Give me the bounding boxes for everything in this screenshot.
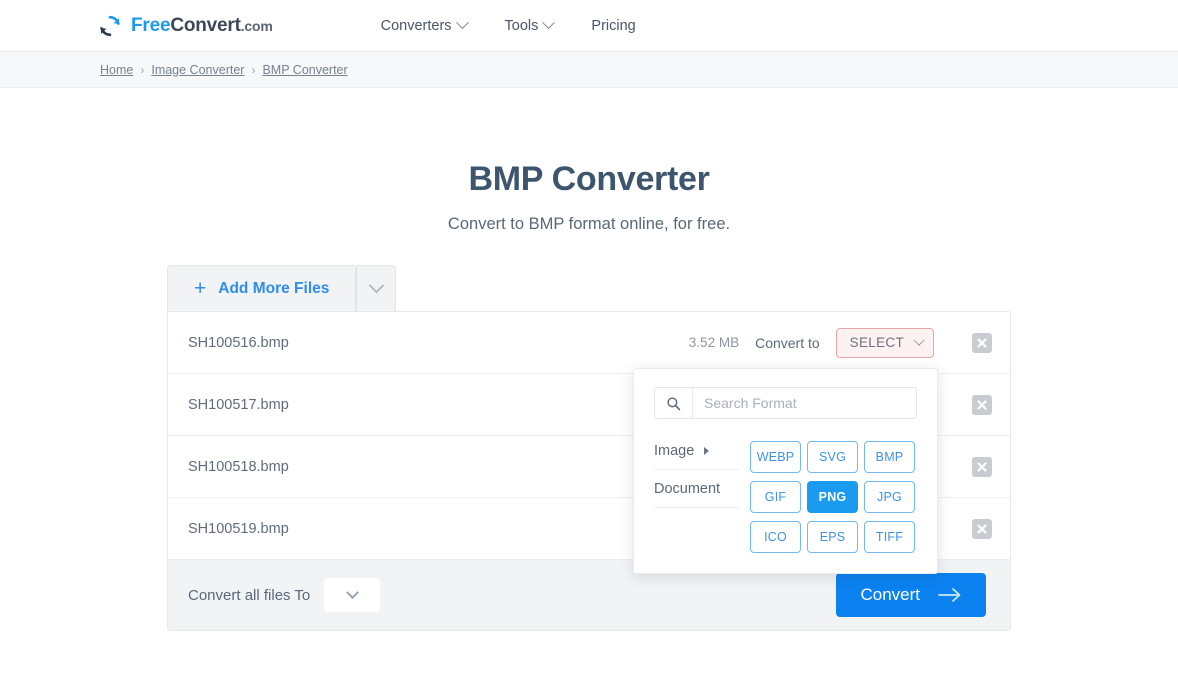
convert-to-label: Convert to — [755, 334, 820, 351]
convert-all-format-select[interactable] — [324, 578, 381, 612]
format-select-button[interactable]: SELECT — [835, 327, 934, 358]
format-category-image[interactable]: Image — [654, 443, 739, 470]
search-icon — [655, 388, 693, 418]
nav-item-converters-label: Converters — [380, 17, 452, 34]
add-more-files-dropdown-toggle[interactable] — [356, 265, 397, 311]
chevron-down-icon — [368, 277, 385, 294]
convert-button[interactable]: Convert — [836, 573, 986, 617]
breadcrumb-item-bmp-converter[interactable]: BMP Converter — [262, 63, 347, 77]
search-input[interactable] — [693, 388, 916, 418]
format-search-box[interactable] — [654, 387, 917, 419]
plus-icon: + — [194, 277, 207, 300]
converter-card-wrapper: + Add More Files SH100516.bmp 3.52 MB Co… — [167, 265, 1011, 631]
format-chip-gif[interactable]: GIF — [750, 481, 801, 513]
format-chip-svg[interactable]: SVG — [807, 441, 858, 473]
file-row-controls — [950, 456, 1010, 477]
nav-item-tools[interactable]: Tools — [504, 16, 556, 34]
remove-file-button[interactable] — [972, 332, 992, 353]
nav-item-converters[interactable]: Converters — [380, 16, 469, 34]
file-row-controls — [950, 394, 1010, 415]
breadcrumb-separator: › — [251, 62, 256, 77]
format-chip-ico[interactable]: ICO — [750, 521, 801, 553]
chevron-down-icon — [913, 334, 925, 346]
add-more-files-label: Add More Files — [218, 279, 330, 297]
site-logo[interactable]: FreeConvert.com — [98, 14, 273, 38]
remove-file-button[interactable] — [972, 518, 992, 539]
remove-file-button[interactable] — [972, 456, 992, 477]
file-name: SH100516.bmp — [188, 334, 289, 351]
page-heading-block: BMP Converter Convert to BMP format onli… — [0, 160, 1178, 234]
page-title: BMP Converter — [468, 160, 710, 198]
arrow-right-icon — [938, 588, 961, 602]
format-chip-eps[interactable]: EPS — [807, 521, 858, 553]
page-subtitle: Convert to BMP format online, for free. — [447, 215, 731, 233]
file-name: SH100517.bmp — [188, 396, 289, 413]
convert-all-label: Convert all files To — [188, 586, 311, 604]
nav-item-pricing-label: Pricing — [591, 17, 636, 34]
format-chip-tiff[interactable]: TIFF — [864, 521, 915, 553]
chevron-down-icon — [455, 16, 469, 30]
format-category-list: Image Document — [654, 441, 739, 553]
logo-text-dotcom: .com — [240, 17, 273, 34]
format-category-image-label: Image — [654, 443, 695, 459]
card-tabs-row: + Add More Files — [167, 265, 1011, 311]
nav-item-pricing[interactable]: Pricing — [591, 18, 635, 34]
chevron-down-icon — [542, 16, 556, 30]
format-dropdown-panel: Image Document WEBP SVG BMP GIF PNG JPG … — [633, 368, 938, 574]
main-nav: Converters Tools Pricing — [380, 16, 636, 34]
logo-text-free: Free — [131, 14, 171, 36]
format-chip-jpg[interactable]: JPG — [864, 481, 915, 513]
convert-button-label: Convert — [860, 585, 920, 604]
breadcrumb-item-home[interactable]: Home — [100, 63, 133, 77]
remove-file-button[interactable] — [972, 394, 992, 415]
format-dropdown-body: Image Document WEBP SVG BMP GIF PNG JPG … — [654, 441, 917, 553]
add-more-files-button[interactable]: + Add More Files — [167, 265, 357, 311]
close-x-icon — [977, 399, 987, 410]
close-x-icon — [977, 337, 987, 348]
nav-item-tools-label: Tools — [504, 17, 539, 34]
format-chip-bmp[interactable]: BMP — [864, 441, 915, 473]
close-x-icon — [977, 461, 987, 472]
logo-text-convert: Convert — [170, 14, 241, 36]
chevron-down-icon — [345, 585, 359, 599]
file-size: 3.52 MB — [688, 335, 740, 350]
format-category-document-label: Document — [654, 481, 721, 497]
file-name: SH100518.bmp — [188, 458, 289, 475]
format-category-document[interactable]: Document — [654, 481, 739, 508]
arrow-right-small-icon — [704, 447, 710, 455]
breadcrumb-separator: › — [140, 62, 145, 77]
format-chip-grid: WEBP SVG BMP GIF PNG JPG ICO EPS TIFF — [750, 441, 915, 553]
breadcrumb-item-image-converter[interactable]: Image Converter — [151, 63, 244, 77]
file-name: SH100519.bmp — [188, 520, 289, 537]
site-header: FreeConvert.com Converters Tools Pricing — [0, 0, 1178, 52]
format-select-label: SELECT — [849, 335, 904, 350]
format-chip-webp[interactable]: WEBP — [750, 441, 801, 473]
table-row: SH100516.bmp 3.52 MB Convert to SELECT — [168, 312, 1010, 374]
file-row-controls: 3.52 MB Convert to SELECT — [688, 327, 1010, 358]
format-chip-png[interactable]: PNG — [807, 481, 858, 513]
breadcrumb: Home › Image Converter › BMP Converter — [0, 52, 1178, 88]
close-x-icon — [977, 523, 987, 534]
file-row-controls — [950, 518, 1010, 539]
refresh-circular-arrows-icon — [98, 14, 122, 38]
